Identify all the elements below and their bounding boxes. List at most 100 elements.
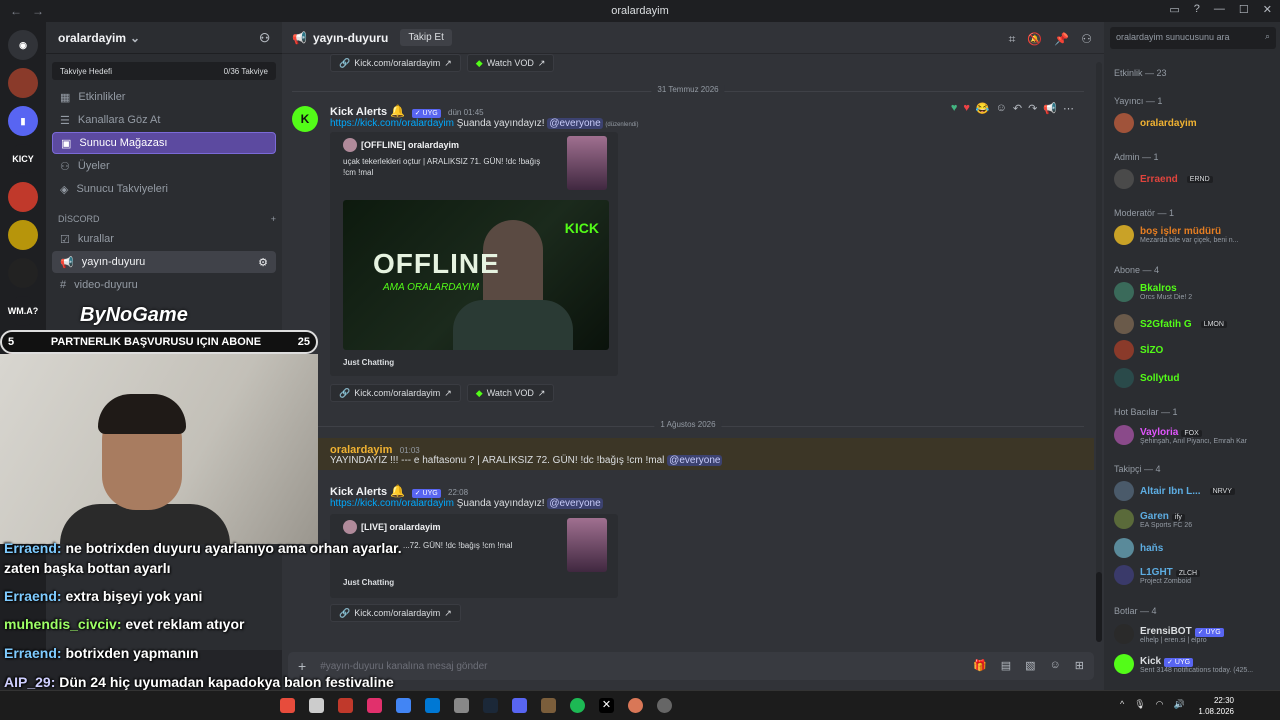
server-icon[interactable] bbox=[8, 68, 38, 98]
scrollbar-thumb[interactable] bbox=[1096, 572, 1102, 642]
message-link[interactable]: https://kick.com/oralardayim bbox=[330, 498, 454, 509]
steam-icon[interactable] bbox=[483, 698, 498, 713]
embed-title[interactable]: [OFFLINE] oralardayim bbox=[361, 140, 459, 150]
server-icon[interactable] bbox=[8, 182, 38, 212]
forward-icon[interactable]: ↷ bbox=[1028, 102, 1037, 115]
add-reaction-icon[interactable]: ☺ bbox=[996, 102, 1007, 115]
activity-header[interactable]: Etkinlik — 23 bbox=[1114, 68, 1167, 78]
menu-members[interactable]: ⚇ Üyeler bbox=[52, 155, 276, 177]
search-input[interactable]: oralardayim sunucusunu ara ⌕ bbox=[1110, 27, 1276, 49]
inbox-icon[interactable]: ▭ bbox=[1169, 3, 1179, 16]
member-item[interactable]: Erraend ERND bbox=[1114, 169, 1213, 189]
server-header[interactable]: oralardayim ⌄ ⚇ bbox=[46, 22, 282, 54]
scrollbar[interactable] bbox=[1096, 62, 1102, 642]
threads-icon[interactable]: ⌗ bbox=[1009, 32, 1016, 47]
server-icon[interactable] bbox=[8, 258, 38, 288]
member-item[interactable]: S2Gfatih G LMON bbox=[1114, 314, 1227, 334]
menu-server-store[interactable]: ▣ Sunucu Mağazası bbox=[52, 132, 276, 154]
wifi-icon[interactable]: ◠ bbox=[1156, 699, 1164, 710]
app-icon[interactable] bbox=[338, 698, 353, 713]
gif-icon[interactable]: ▤ bbox=[1001, 659, 1011, 672]
sticker-icon[interactable]: ▧ bbox=[1025, 659, 1035, 672]
publish-icon[interactable]: 📢 bbox=[1043, 102, 1057, 115]
server-icon-kicy[interactable]: KICY bbox=[8, 144, 38, 174]
folder-icon[interactable]: ▮ bbox=[8, 106, 38, 136]
everyone-mention[interactable]: @everyone bbox=[547, 498, 603, 509]
volume-icon[interactable]: 🔊 bbox=[1174, 699, 1185, 710]
close-icon[interactable]: ✕ bbox=[1263, 3, 1272, 16]
laugh-emoji-icon[interactable]: 😂 bbox=[976, 102, 990, 115]
embed-thumbnail[interactable] bbox=[567, 136, 607, 190]
app-icon[interactable] bbox=[657, 698, 672, 713]
member-item[interactable]: Altair Ibn L... NRVY bbox=[1114, 481, 1235, 501]
watch-vod-button[interactable]: ◆ Watch VOD ↗ bbox=[466, 54, 555, 72]
member-item[interactable]: L1GHT ZLCH Project Zomboid bbox=[1114, 564, 1201, 585]
member-item[interactable]: boş işler müdürü Mezarda bile var çiçek, … bbox=[1114, 225, 1238, 245]
spotify-icon[interactable] bbox=[570, 698, 585, 713]
kick-link-button[interactable]: 🔗 Kick.com/oralardayim ↗ bbox=[330, 384, 461, 402]
member-item[interactable]: Garen ify EA Sports FC 26 bbox=[1114, 508, 1192, 529]
follow-button[interactable]: Takip Et bbox=[400, 29, 452, 46]
chrome-icon[interactable] bbox=[396, 698, 411, 713]
discord-home-icon[interactable]: ◉ bbox=[8, 30, 38, 60]
green-heart-icon[interactable]: ♥ bbox=[951, 102, 958, 115]
app-icon[interactable] bbox=[541, 698, 556, 713]
emoji-icon[interactable]: ☺ bbox=[1050, 659, 1061, 672]
member-item[interactable]: haňs bbox=[1114, 538, 1163, 558]
settings-gear-icon[interactable]: ⚙ bbox=[258, 256, 268, 269]
mic-icon[interactable]: 🎙 bbox=[1134, 699, 1145, 710]
reply-icon[interactable]: ↶ bbox=[1013, 102, 1022, 115]
kick-link-button[interactable]: 🔗 Kick.com/oralardayim ↗ bbox=[330, 604, 461, 622]
instagram-icon[interactable] bbox=[367, 698, 382, 713]
channel-video[interactable]: # video-duyuru bbox=[52, 274, 276, 296]
channel-announcements[interactable]: 📢 yayın-duyuru ⚙ bbox=[52, 251, 276, 273]
kick-link-button[interactable]: 🔗 Kick.com/oralardayim ↗ bbox=[330, 54, 461, 72]
member-item[interactable]: Vayloria FOX Şehinşah, Anıl Piyancı, Emrah… bbox=[1114, 424, 1247, 445]
help-icon[interactable]: ? bbox=[1194, 3, 1200, 16]
app-icon[interactable] bbox=[454, 698, 469, 713]
add-user-icon[interactable]: ⚇ bbox=[259, 31, 270, 45]
apps-icon[interactable]: ⊞ bbox=[1075, 659, 1084, 672]
server-icon-wma[interactable]: WM.A? bbox=[8, 296, 38, 326]
more-icon[interactable]: ⋯ bbox=[1063, 102, 1074, 115]
app-icon[interactable] bbox=[280, 698, 295, 713]
message-author[interactable]: Kick Alerts bbox=[330, 486, 387, 498]
attach-plus-icon[interactable]: + bbox=[298, 658, 306, 674]
app-icon[interactable] bbox=[628, 698, 643, 713]
app-icon[interactable] bbox=[425, 698, 440, 713]
menu-server-boosts[interactable]: ◈ Sunucu Takviyeleri bbox=[52, 178, 276, 200]
kick-avatar[interactable]: K bbox=[292, 106, 318, 132]
member-item[interactable]: Bkalros Orcs Must Die! 2 bbox=[1114, 282, 1192, 302]
embed-image[interactable]: OFFLINE AMA ORALARDAYIM KICK bbox=[343, 200, 609, 350]
everyone-mention[interactable]: @everyone bbox=[547, 118, 603, 129]
add-channel-icon[interactable]: + bbox=[271, 214, 276, 224]
message-input[interactable]: + #yayın-duyuru kanalına mesaj gönder 🎁 … bbox=[288, 652, 1094, 680]
maximize-icon[interactable]: ☐ bbox=[1239, 3, 1249, 16]
discord-icon[interactable] bbox=[512, 698, 527, 713]
chevron-up-icon[interactable]: ^ bbox=[1120, 699, 1124, 710]
member-item[interactable]: oralardayim bbox=[1114, 113, 1197, 133]
category-discord[interactable]: DİSCORD + bbox=[58, 214, 276, 224]
member-item[interactable]: Sollytud bbox=[1114, 368, 1179, 388]
clock[interactable]: 22:30 1.08.2026 bbox=[1198, 695, 1234, 717]
server-icon[interactable] bbox=[8, 220, 38, 250]
x-icon[interactable]: ✕ bbox=[599, 698, 614, 713]
message-link[interactable]: https://kick.com/oralardayim bbox=[330, 118, 454, 129]
message-author[interactable]: Kick Alerts bbox=[330, 106, 387, 118]
red-heart-icon[interactable]: ♥ bbox=[963, 102, 970, 115]
menu-events[interactable]: ▦ Etkinlikler bbox=[52, 86, 276, 108]
pin-icon[interactable]: 📌 bbox=[1054, 32, 1069, 47]
member-item[interactable]: Kick ✓ UYG Sent 3148 notifications today. … bbox=[1114, 653, 1253, 674]
minimize-icon[interactable]: — bbox=[1214, 3, 1225, 16]
everyone-mention[interactable]: @everyone bbox=[667, 455, 723, 466]
menu-browse-channels[interactable]: ☰ Kanallara Göz At bbox=[52, 109, 276, 131]
member-list-icon[interactable]: ⚇ bbox=[1081, 32, 1092, 47]
channel-rules[interactable]: ☑ kurallar bbox=[52, 228, 276, 250]
chatgpt-icon[interactable] bbox=[309, 698, 324, 713]
embed-title[interactable]: [LIVE] oralardayim bbox=[361, 522, 441, 532]
watch-vod-button[interactable]: ◆ Watch VOD ↗ bbox=[466, 384, 555, 402]
gift-icon[interactable]: 🎁 bbox=[973, 659, 987, 672]
member-item[interactable]: ErensiBOT ✓ UYG elhelp | eren.si | elpro bbox=[1114, 623, 1224, 644]
embed-thumbnail[interactable] bbox=[567, 518, 607, 572]
member-item[interactable]: SİZO bbox=[1114, 340, 1163, 360]
